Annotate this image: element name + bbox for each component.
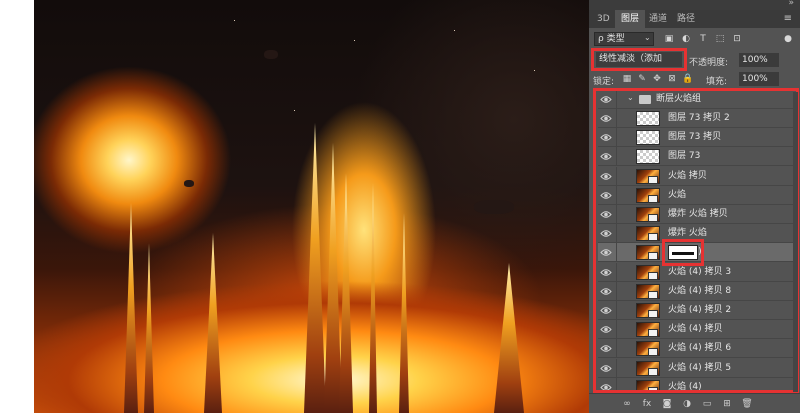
tab-3d[interactable]: 3D bbox=[591, 10, 616, 28]
trash-icon[interactable]: 🗑 bbox=[741, 398, 753, 410]
opacity-input[interactable]: 100% bbox=[739, 53, 779, 67]
adjustment-filter-icon[interactable]: ◐ bbox=[681, 33, 691, 45]
flame-spike bbox=[144, 243, 154, 413]
new-layer-icon[interactable]: ⊞ bbox=[721, 398, 733, 410]
highlight-box-blend bbox=[591, 48, 687, 71]
lock-image-icon[interactable]: ✎ bbox=[637, 74, 647, 85]
flame-spike bbox=[204, 233, 222, 413]
flame-spike bbox=[399, 213, 409, 413]
lock-label: 锁定: bbox=[593, 77, 615, 87]
lock-artboard-icon[interactable]: ⊠ bbox=[667, 74, 677, 85]
adjustment-icon[interactable]: ◑ bbox=[681, 398, 693, 410]
folder-icon[interactable]: ▭ bbox=[701, 398, 713, 410]
lock-transparent-icon[interactable]: ▦ bbox=[622, 74, 632, 85]
tab-layers[interactable]: 图层 bbox=[615, 10, 646, 28]
mask-icon[interactable]: ◙ bbox=[661, 398, 673, 410]
lock-position-icon[interactable]: ✥ bbox=[652, 74, 662, 85]
smart-object-filter-icon[interactable]: ⊡ bbox=[732, 33, 742, 45]
flame-spike bbox=[324, 143, 342, 413]
asteroid bbox=[474, 200, 514, 214]
fill-label: 填充: bbox=[706, 77, 728, 87]
flame-spike bbox=[304, 123, 326, 413]
pixel-filter-icon[interactable]: ▣ bbox=[664, 33, 674, 45]
layers-scrollbar[interactable] bbox=[793, 92, 798, 392]
tab-channels[interactable]: 通道 bbox=[643, 10, 673, 28]
document-canvas[interactable] bbox=[34, 0, 589, 413]
panel-tabs: 3D 图层 通道 路径 ≡ bbox=[589, 10, 800, 28]
asteroid bbox=[264, 50, 278, 59]
panel-menu-icon[interactable]: ≡ bbox=[784, 13, 792, 24]
collapse-icon[interactable]: » bbox=[788, 0, 794, 8]
layers-panel: » 3D 图层 通道 路径 ≡ ρ 类型 ⌄ ▣ ◐ T ⬚ ⊡ ● 线性减淡（… bbox=[589, 0, 800, 413]
chevron-down-icon: ⌄ bbox=[644, 33, 651, 42]
fill-input[interactable]: 100% bbox=[739, 72, 779, 86]
highlight-box-layers bbox=[593, 88, 799, 393]
lock-all-icon[interactable]: 🔒 bbox=[682, 74, 693, 85]
panel-top-strip: » bbox=[589, 0, 800, 10]
tab-paths[interactable]: 路径 bbox=[671, 10, 701, 28]
layers-bottom-bar: ∞ fx ◙ ◑ ▭ ⊞ 🗑 bbox=[589, 393, 800, 413]
flame-spike bbox=[369, 183, 377, 413]
link-icon[interactable]: ∞ bbox=[621, 398, 633, 410]
filter-toggle-icon[interactable]: ● bbox=[784, 33, 792, 45]
flame-spike bbox=[124, 203, 138, 413]
shape-filter-icon[interactable]: ⬚ bbox=[715, 33, 725, 45]
opacity-label: 不透明度: bbox=[689, 58, 729, 68]
flame-spike bbox=[494, 263, 524, 413]
fx-icon[interactable]: fx bbox=[641, 398, 653, 410]
asteroid bbox=[184, 180, 194, 187]
type-filter-icon[interactable]: T bbox=[698, 33, 708, 45]
flame-spike bbox=[339, 173, 353, 413]
